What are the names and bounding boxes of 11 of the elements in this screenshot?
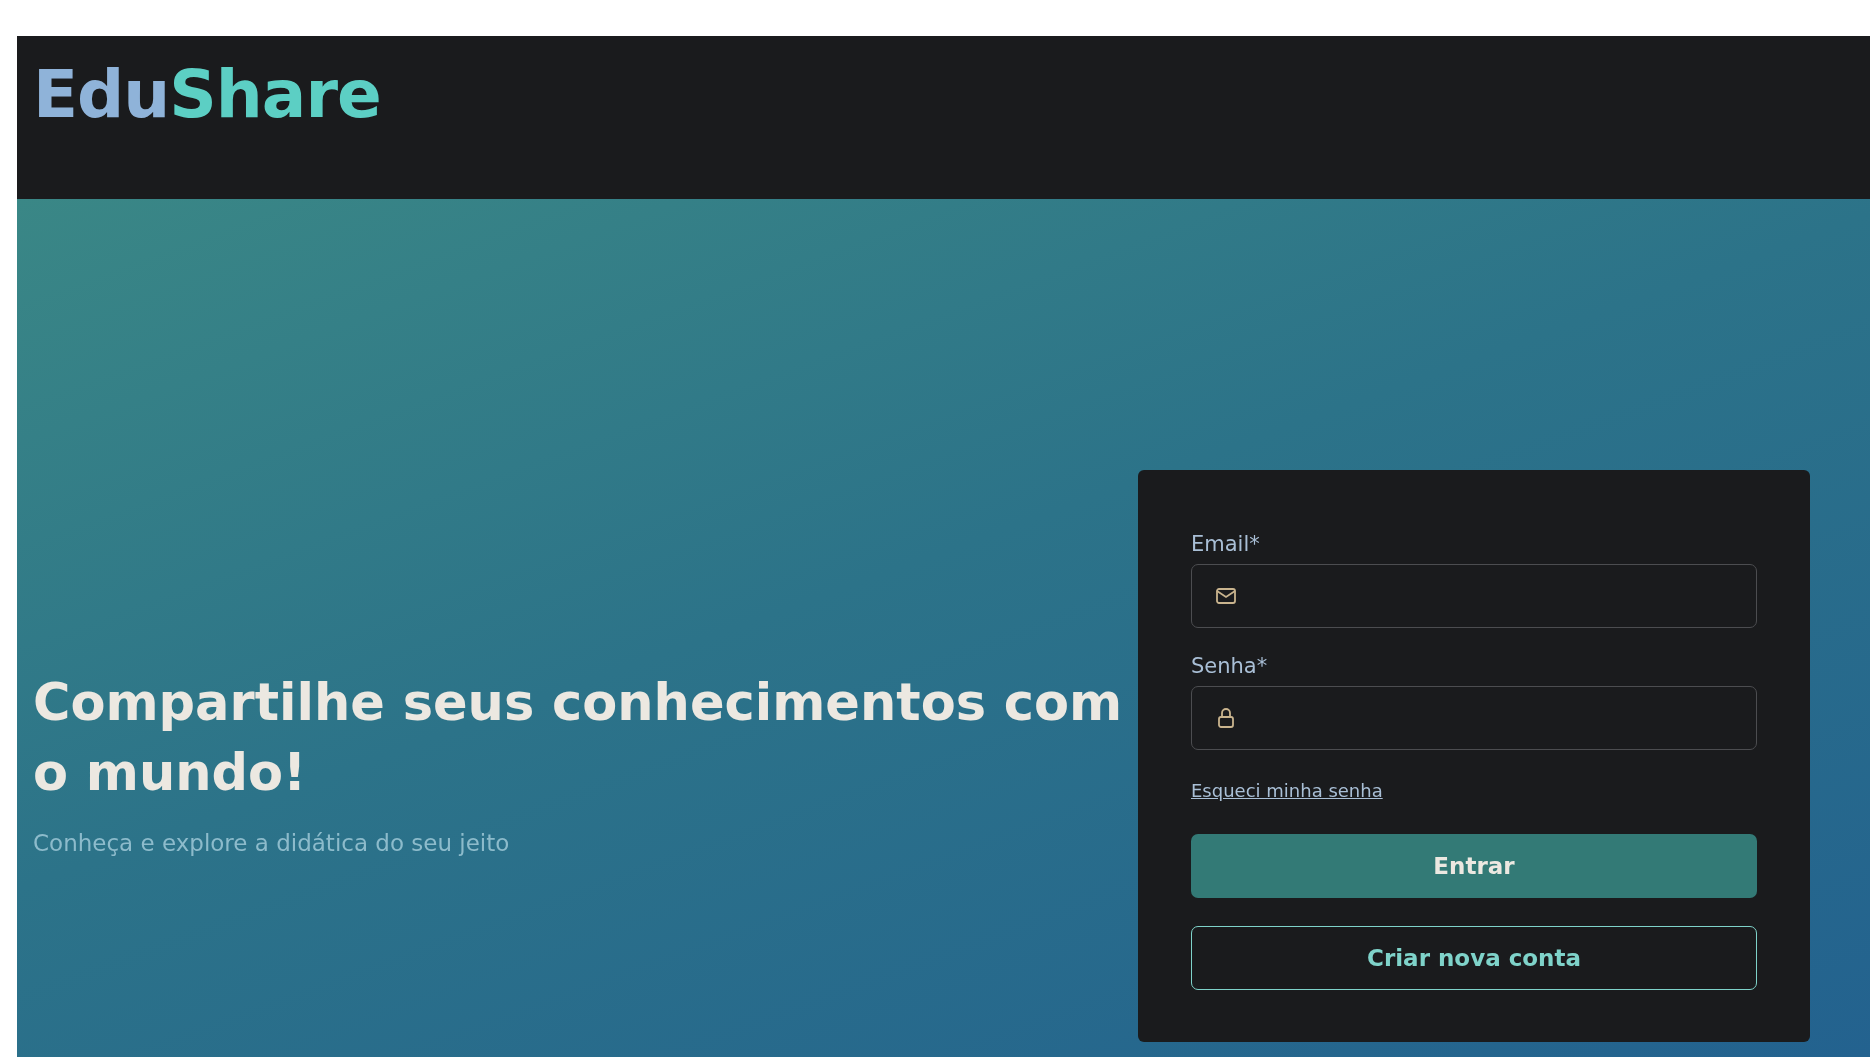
field-label: Email* xyxy=(1191,532,1261,556)
logo-text: Share xyxy=(169,56,381,133)
email-field[interactable] xyxy=(1191,564,1757,628)
headline: Compartilhe seus conhecimentos com o mundo! xyxy=(33,672,1123,804)
forgot-password-link[interactable]: Esqueci minha senha xyxy=(1191,780,1383,801)
logo-text: Edu xyxy=(33,56,170,133)
login-button[interactable]: Entrar xyxy=(1191,834,1757,898)
subtitle: Conheça e explore a didática do seu jeito xyxy=(33,830,511,856)
field-label: Senha* xyxy=(1191,654,1269,678)
password-field[interactable] xyxy=(1191,686,1757,750)
create-account-button[interactable]: Criar nova conta xyxy=(1191,926,1757,990)
